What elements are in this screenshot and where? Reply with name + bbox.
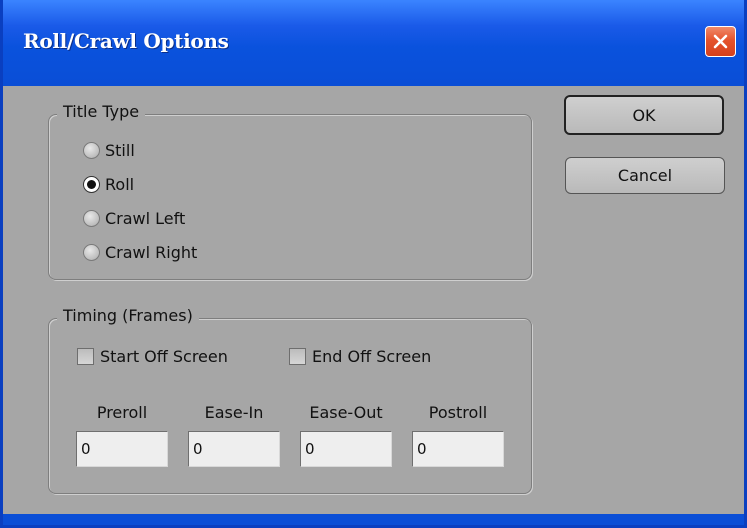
dialog-body: Title Type Still Roll Crawl Left Crawl R… bbox=[3, 86, 744, 514]
radio-button-checked-icon[interactable] bbox=[83, 175, 100, 193]
radio-still[interactable]: Still bbox=[83, 137, 135, 163]
cancel-button[interactable]: Cancel bbox=[565, 157, 725, 194]
radio-button-icon[interactable] bbox=[83, 141, 100, 159]
title-type-group: Title Type Still Roll Crawl Left Crawl R… bbox=[48, 102, 532, 280]
radio-crawl-left[interactable]: Crawl Left bbox=[83, 205, 185, 231]
checkbox-icon[interactable] bbox=[289, 347, 306, 365]
checkbox-icon[interactable] bbox=[77, 347, 94, 365]
radio-crawl-right[interactable]: Crawl Right bbox=[83, 239, 197, 265]
ease-in-label: Ease-In bbox=[204, 403, 264, 422]
radio-label: Crawl Right bbox=[105, 242, 198, 262]
ease-in-input[interactable]: 0 bbox=[188, 431, 280, 467]
close-x-icon bbox=[713, 34, 728, 49]
radio-label: Still bbox=[105, 140, 135, 160]
dialog-window: Roll/Crawl Options Title Type Still Roll… bbox=[0, 0, 747, 528]
timing-group: Timing (Frames) Start Off Screen End Off… bbox=[48, 306, 532, 494]
radio-label: Roll bbox=[105, 174, 135, 194]
postroll-label: Postroll bbox=[428, 403, 488, 422]
radio-button-icon[interactable] bbox=[83, 243, 100, 261]
postroll-input[interactable]: 0 bbox=[412, 431, 504, 467]
close-button[interactable] bbox=[705, 26, 736, 57]
preroll-label: Preroll bbox=[96, 403, 148, 422]
radio-label: Crawl Left bbox=[105, 208, 186, 228]
checkbox-label: Start Off Screen bbox=[100, 346, 228, 366]
checkbox-label: End Off Screen bbox=[312, 346, 432, 366]
radio-button-icon[interactable] bbox=[83, 209, 100, 227]
preroll-input[interactable]: 0 bbox=[76, 431, 168, 467]
title-bar[interactable]: Roll/Crawl Options bbox=[3, 0, 744, 86]
window-title: Roll/Crawl Options bbox=[23, 29, 229, 53]
title-type-legend: Title Type bbox=[57, 102, 146, 121]
start-off-screen-checkbox[interactable]: Start Off Screen bbox=[77, 343, 228, 369]
end-off-screen-checkbox[interactable]: End Off Screen bbox=[289, 343, 431, 369]
ok-button[interactable]: OK bbox=[564, 95, 724, 135]
radio-roll[interactable]: Roll bbox=[83, 171, 134, 197]
ease-out-input[interactable]: 0 bbox=[300, 431, 392, 467]
ease-out-label: Ease-Out bbox=[309, 403, 383, 422]
timing-legend: Timing (Frames) bbox=[57, 306, 199, 325]
